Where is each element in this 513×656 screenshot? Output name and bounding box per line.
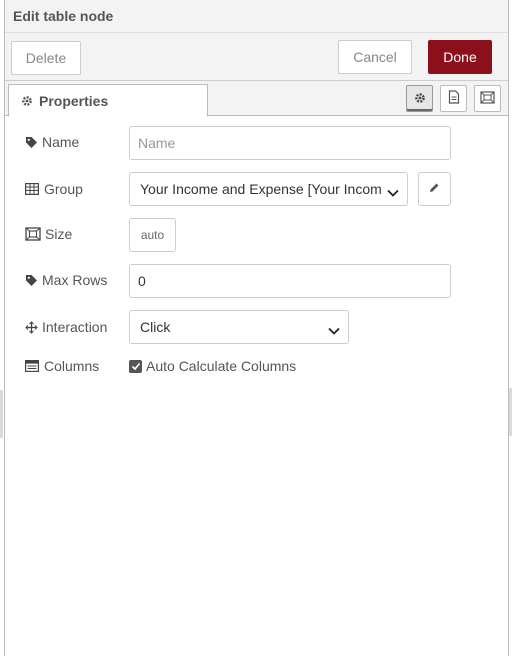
auto-calc-columns-checkbox[interactable] bbox=[129, 359, 142, 373]
name-label: Name bbox=[25, 134, 79, 150]
group-select-value: Your Income and Expense [Your Incom bbox=[140, 181, 382, 197]
right-resize-handle[interactable] bbox=[509, 388, 512, 436]
interaction-select[interactable]: Click bbox=[129, 310, 349, 344]
description-tab-button[interactable] bbox=[440, 85, 467, 112]
tray-title: Edit table node bbox=[13, 8, 114, 24]
size-row: Size auto bbox=[5, 218, 508, 252]
columns-row: Columns Auto Calculate Columns bbox=[5, 356, 508, 378]
arrows-icon bbox=[25, 320, 41, 334]
cancel-button[interactable]: Cancel bbox=[338, 40, 412, 74]
gear-icon bbox=[414, 91, 426, 107]
chevron-down-icon bbox=[387, 184, 399, 200]
expand-icon bbox=[25, 227, 41, 241]
pencil-icon bbox=[429, 182, 440, 196]
list-icon bbox=[25, 360, 41, 372]
interaction-select-value: Click bbox=[140, 319, 171, 335]
interaction-label: Interaction bbox=[25, 319, 107, 335]
max-rows-input[interactable]: 0 bbox=[129, 264, 451, 298]
interaction-row: Interaction Click bbox=[5, 310, 508, 344]
tray-header: Edit table node bbox=[5, 0, 508, 33]
tabs-bar: Properties bbox=[5, 81, 508, 117]
size-label: Size bbox=[25, 226, 72, 242]
max-rows-row: Max Rows 0 bbox=[5, 264, 508, 298]
appearance-tab-button[interactable] bbox=[474, 85, 501, 112]
edit-tray: Edit table node Delete Cancel Done Prope… bbox=[4, 0, 509, 656]
table-icon bbox=[25, 183, 41, 195]
gear-icon bbox=[21, 95, 33, 107]
name-placeholder: Name bbox=[138, 135, 176, 151]
done-button[interactable]: Done bbox=[428, 40, 492, 74]
columns-label: Columns bbox=[25, 358, 99, 374]
tray-toolbar: Delete Cancel Done bbox=[5, 33, 508, 81]
size-button[interactable]: auto bbox=[129, 218, 176, 252]
auto-calc-columns-label: Auto Calculate Columns bbox=[146, 358, 297, 374]
group-label: Group bbox=[25, 181, 83, 197]
auto-calc-columns-field[interactable]: Auto Calculate Columns bbox=[129, 358, 296, 374]
max-rows-label: Max Rows bbox=[25, 272, 107, 288]
checkmark-icon bbox=[131, 362, 140, 370]
delete-button[interactable]: Delete bbox=[11, 41, 81, 75]
tab-properties-label: Properties bbox=[39, 92, 109, 109]
group-select[interactable]: Your Income and Expense [Your Incom bbox=[129, 172, 408, 206]
edit-group-button[interactable] bbox=[418, 172, 451, 206]
tag-icon bbox=[25, 274, 41, 287]
settings-tab-button[interactable] bbox=[406, 85, 433, 112]
left-resize-handle[interactable] bbox=[0, 390, 3, 438]
tab-properties[interactable]: Properties bbox=[8, 84, 208, 117]
tag-icon bbox=[25, 136, 41, 149]
chevron-down-icon bbox=[328, 322, 340, 338]
group-row: Group Your Income and Expense [Your Inco… bbox=[5, 172, 508, 206]
name-row: Name Name bbox=[5, 126, 508, 160]
document-icon bbox=[448, 90, 460, 107]
frame-icon bbox=[480, 90, 495, 107]
name-input[interactable]: Name bbox=[129, 126, 451, 160]
